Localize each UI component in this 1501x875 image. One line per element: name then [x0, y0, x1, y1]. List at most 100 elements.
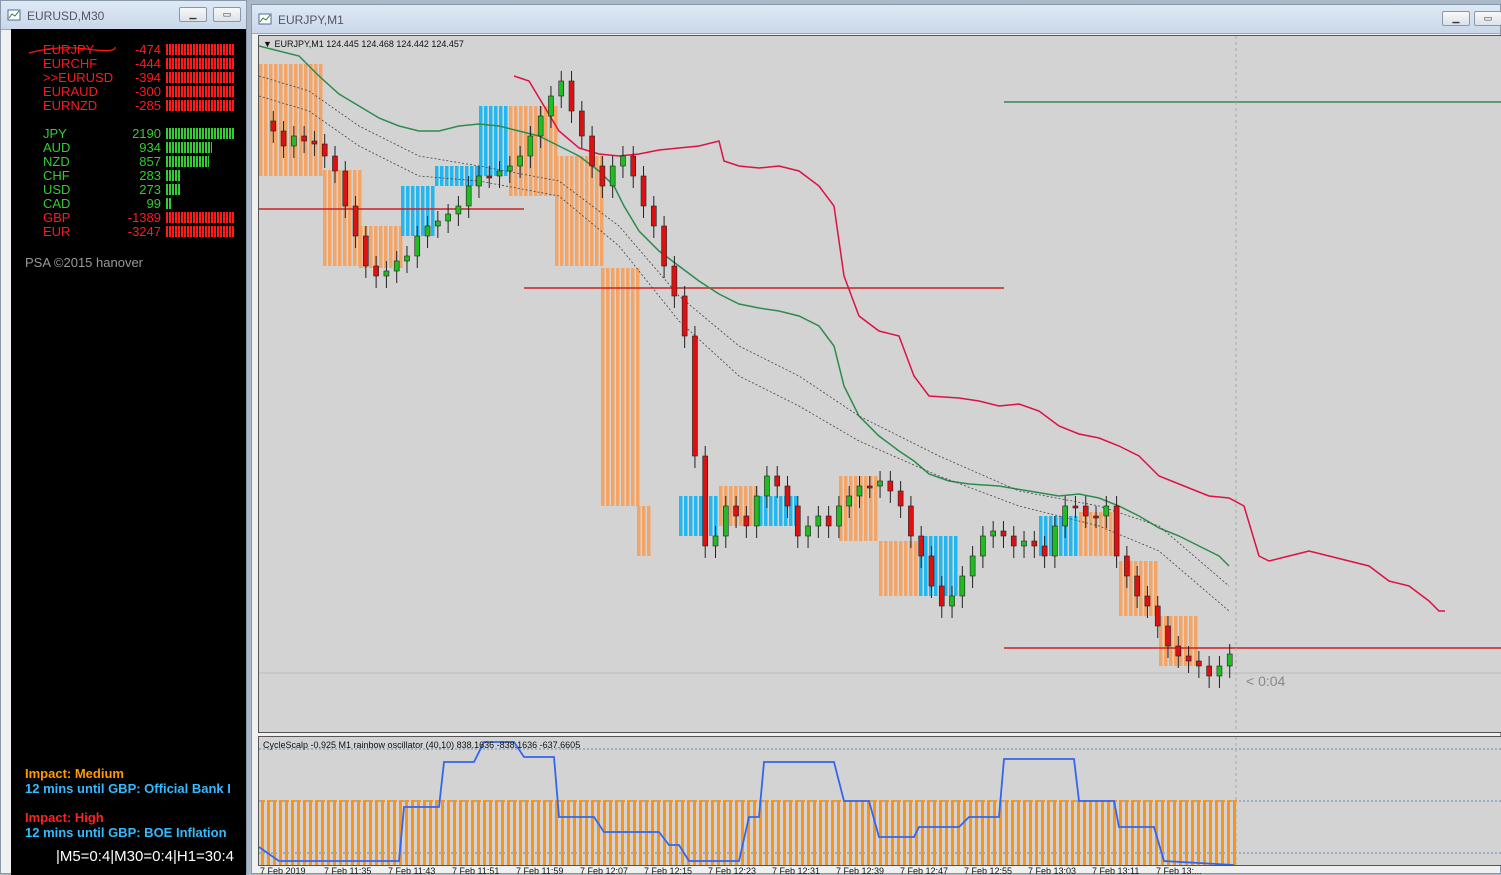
osc-bar	[363, 801, 366, 865]
candle-body	[887, 480, 894, 492]
pair-strength-bar	[166, 72, 234, 83]
range-box-stripe	[555, 156, 559, 266]
range-box-stripe	[647, 506, 651, 556]
candle-body	[712, 535, 719, 547]
candle-body	[270, 120, 277, 132]
candle-body	[846, 495, 853, 507]
minimize-button[interactable]: ▁	[179, 7, 207, 22]
range-box-stripe	[450, 166, 454, 186]
osc-bar	[483, 801, 486, 865]
osc-bar	[1149, 801, 1152, 865]
osc-bar	[1131, 801, 1134, 865]
osc-bar	[387, 801, 390, 865]
minimize-button[interactable]: ▁	[1442, 11, 1470, 26]
osc-bar	[411, 801, 414, 865]
eurjpy-window[interactable]: EURJPY,M1 ▁ ▭ ▼ EURJPY,M1 124.445 124.46…	[251, 4, 1501, 875]
range-box-stripe	[284, 64, 288, 176]
eurusd-titlebar[interactable]: EURUSD,M30 ▁ ▭	[1, 1, 246, 30]
osc-bar	[927, 801, 930, 865]
candle-body	[990, 530, 996, 537]
range-box-stripe	[894, 541, 898, 596]
pair-strength-bar	[166, 58, 234, 69]
osc-bar	[1005, 801, 1008, 865]
maximize-button[interactable]: ▭	[1474, 11, 1501, 26]
range-box-stripe	[914, 541, 918, 596]
range-box-stripe	[611, 268, 615, 506]
range-box-stripe	[379, 226, 383, 268]
chart-window-icon	[258, 13, 272, 25]
osc-bar	[447, 801, 450, 865]
candle-body	[969, 555, 976, 577]
candle-body	[938, 585, 945, 607]
osc-bar	[693, 801, 696, 865]
minimize-icon: ▁	[189, 9, 197, 19]
pen-scribble-icon	[28, 46, 116, 54]
osc-bar	[933, 801, 936, 865]
osc-bar	[1047, 801, 1050, 865]
currency-name: EUR	[43, 224, 71, 239]
maximize-icon: ▭	[222, 9, 232, 19]
osc-bar	[1041, 801, 1044, 865]
range-box-stripe	[479, 106, 483, 176]
range-box-stripe	[1109, 512, 1113, 556]
range-box-stripe	[694, 496, 698, 536]
oscillator-panel[interactable]: CycleScalp -0.925 M1 rainbow oscillator …	[258, 736, 1501, 866]
osc-bar	[261, 801, 264, 865]
osc-bar	[297, 801, 300, 865]
candle-body	[980, 535, 986, 557]
osc-bar	[405, 801, 408, 865]
range-box-stripe	[924, 536, 928, 596]
osc-bar	[921, 801, 924, 865]
osc-bar	[291, 801, 294, 865]
pair-value: -285	[134, 98, 161, 113]
osc-bar	[897, 801, 900, 865]
candle-body	[640, 175, 647, 207]
candle-body	[856, 485, 863, 497]
osc-bar	[1107, 801, 1110, 865]
range-box-stripe	[504, 106, 508, 176]
pair-strength-bar	[166, 86, 234, 97]
eurusd-window[interactable]: EURUSD,M30 ▁ ▭ EUR JPY -474 EURCHF -444 >>EUR…	[0, 0, 247, 875]
osc-bar	[1029, 801, 1032, 865]
osc-bar	[1179, 801, 1182, 865]
candle-body	[589, 135, 595, 167]
candle-body	[681, 295, 688, 337]
osc-bar	[801, 801, 804, 865]
candle-body	[558, 80, 565, 97]
osc-bar	[327, 801, 330, 865]
candle-body	[733, 505, 739, 517]
range-box-stripe	[954, 536, 958, 596]
osc-bar	[477, 801, 480, 865]
range-box-stripe	[636, 268, 640, 506]
maximize-button[interactable]: ▭	[213, 7, 241, 22]
osc-bar	[423, 801, 426, 865]
osc-bar	[813, 801, 816, 865]
candle-body	[507, 165, 513, 172]
range-box-stripe	[314, 64, 318, 176]
maximize-icon: ▭	[1483, 13, 1493, 23]
candle-body	[496, 170, 503, 177]
osc-bar	[339, 801, 342, 865]
candle-body	[465, 185, 472, 207]
osc-bar	[729, 801, 732, 865]
price-chart[interactable]: ▼ EURJPY,M1 124.445 124.468 124.442 124.…	[258, 35, 1501, 733]
osc-bar	[627, 801, 630, 865]
eurjpy-titlebar[interactable]: EURJPY,M1 ▁ ▭	[252, 5, 1501, 34]
osc-bar	[549, 801, 552, 865]
range-box-stripe	[739, 486, 743, 526]
osc-bar	[747, 801, 750, 865]
pair-strength-bar	[166, 100, 234, 111]
range-box-stripe	[679, 496, 683, 536]
range-box-stripe	[769, 496, 773, 526]
range-box-stripe	[406, 186, 410, 236]
osc-bar	[495, 801, 498, 865]
candle-body	[836, 505, 842, 527]
osc-bar	[435, 801, 438, 865]
range-box-stripe	[844, 476, 848, 541]
range-box-stripe	[455, 166, 459, 186]
candle-body	[579, 110, 585, 137]
pair-name: EURNZD	[43, 98, 98, 113]
currency-value: 99	[146, 196, 161, 211]
osc-bar	[807, 801, 810, 865]
range-box-stripe	[328, 170, 332, 266]
